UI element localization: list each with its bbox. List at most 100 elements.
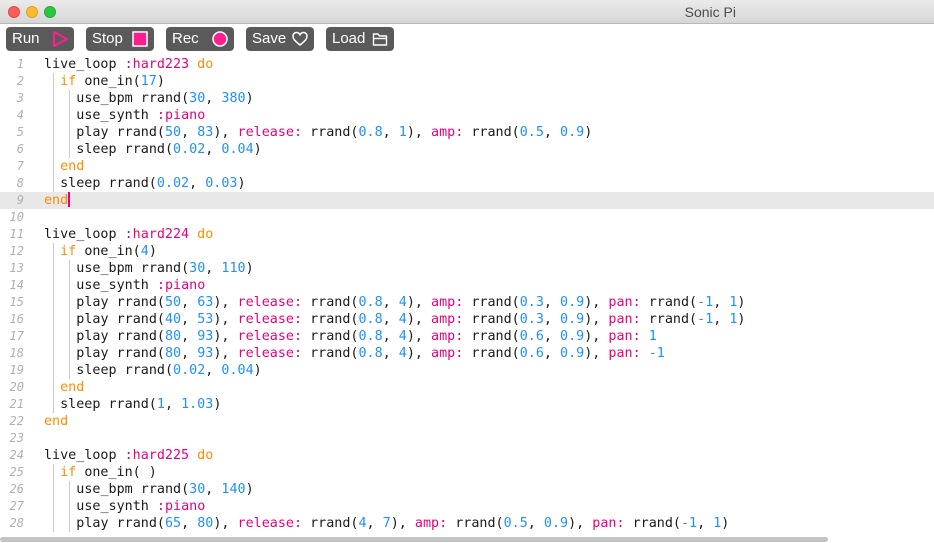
load-button[interactable]: Load <box>326 27 394 51</box>
code-line[interactable]: 24 live_loop :hard225 do <box>0 447 934 464</box>
indent-guide <box>53 90 54 107</box>
code-line[interactable]: 9 end <box>0 192 934 209</box>
line-number: 21 <box>9 397 24 411</box>
code-token: ), <box>584 312 609 327</box>
code-line[interactable]: 4 use_synth :piano <box>0 107 934 124</box>
code-line[interactable]: 26 use_bpm rrand(30, 140) <box>0 481 934 498</box>
code-line[interactable]: 1 live_loop :hard223 do <box>0 56 934 73</box>
save-button-label: Save <box>252 30 287 47</box>
line-number: 22 <box>9 414 24 428</box>
code-line[interactable]: 7 end <box>0 158 934 175</box>
code-text: if one_in(4) <box>60 243 157 260</box>
indent-guide <box>69 345 71 362</box>
code-token: 0.9 <box>560 312 585 327</box>
code-line[interactable]: 10 <box>0 209 934 226</box>
code-token: pan: <box>608 312 641 327</box>
code-token: 0.5 <box>519 125 544 140</box>
indent-guide <box>53 345 54 362</box>
horizontal-scrollbar[interactable] <box>0 537 828 542</box>
code-text: sleep rrand(0.02, 0.04) <box>76 141 261 158</box>
play-triangle-icon <box>53 31 68 47</box>
rec-button[interactable]: Rec <box>166 27 234 51</box>
code-line[interactable]: 21 sleep rrand(1, 1.03) <box>0 396 934 413</box>
code-line[interactable]: 5 play rrand(50, 83), release: rrand(0.8,… <box>0 124 934 141</box>
code-line[interactable]: 19 sleep rrand(0.02, 0.04) <box>0 362 934 379</box>
code-token: one_in( ) <box>84 465 157 480</box>
code-line[interactable]: 17 play rrand(80, 93), release: rrand(0.8… <box>0 328 934 345</box>
code-token: 0.9 <box>543 516 569 531</box>
code-token: , <box>543 312 561 327</box>
code-token: , <box>205 482 222 497</box>
code-line[interactable]: 2 if one_in(17) <box>0 73 934 90</box>
code-line[interactable]: 14 use_synth :piano <box>0 277 934 294</box>
code-token: live_loop <box>44 57 125 72</box>
line-number: 2 <box>16 74 24 88</box>
code-token: play rrand( <box>76 125 165 140</box>
indent-guide <box>69 311 71 328</box>
code-editor[interactable]: 1 live_loop :hard223 do 2 if one_in(17) 3 use… <box>0 56 934 543</box>
indent-guide <box>53 311 54 328</box>
code-token: amp: <box>431 346 464 361</box>
code-token: :piano <box>156 108 206 123</box>
save-button[interactable]: Save <box>246 27 314 51</box>
code-token: 4 <box>398 329 407 344</box>
code-token: , <box>713 312 730 327</box>
code-token: ) <box>245 261 254 276</box>
code-token: rrand( <box>640 312 698 327</box>
minimize-window-button[interactable] <box>26 6 38 18</box>
indent-guide <box>53 243 54 260</box>
indent-guide <box>53 107 54 124</box>
code-line[interactable]: 27 use_synth :piano <box>0 498 934 515</box>
code-token: 1 <box>398 125 407 140</box>
code-token: 1.03 <box>181 397 214 412</box>
code-line[interactable]: 8 sleep rrand(0.02, 0.03) <box>0 175 934 192</box>
code-token: rrand( <box>463 329 520 344</box>
code-token: ), <box>213 312 238 327</box>
code-token: ) <box>737 312 746 327</box>
window-title: Sonic Pi <box>684 4 736 20</box>
code-token: if <box>60 244 85 259</box>
code-line[interactable]: 23 <box>0 430 934 447</box>
stop-button[interactable]: Stop <box>86 27 154 51</box>
code-token: use_bpm rrand( <box>76 261 190 276</box>
code-line[interactable]: 6 sleep rrand(0.02, 0.04) <box>0 141 934 158</box>
code-text: end <box>60 379 84 396</box>
code-token: 0.9 <box>560 346 585 361</box>
code-token: :piano <box>156 278 206 293</box>
close-window-button[interactable] <box>8 6 20 18</box>
code-line[interactable]: 22 end <box>0 413 934 430</box>
code-token: if <box>60 465 85 480</box>
code-token: 80 <box>164 346 182 361</box>
code-token: if <box>60 74 85 89</box>
code-line[interactable]: 20 end <box>0 379 934 396</box>
zoom-window-button[interactable] <box>44 6 56 18</box>
line-number: 20 <box>9 380 24 394</box>
code-line[interactable]: 15 play rrand(50, 63), release: rrand(0.8… <box>0 294 934 311</box>
code-line[interactable]: 18 play rrand(80, 93), release: rrand(0.8… <box>0 345 934 362</box>
line-number: 4 <box>16 108 24 122</box>
code-token: release: <box>237 312 303 327</box>
code-token: 0.8 <box>358 125 383 140</box>
code-token: rrand( <box>447 516 504 531</box>
code-line[interactable]: 12 if one_in(4) <box>0 243 934 260</box>
code-line[interactable]: 11 live_loop :hard224 do <box>0 226 934 243</box>
run-button[interactable]: Run <box>6 27 74 51</box>
code-line[interactable]: 13 use_bpm rrand(30, 110) <box>0 260 934 277</box>
indent-guide <box>69 277 71 294</box>
code-token: 0.8 <box>358 329 383 344</box>
run-button-label: Run <box>12 30 40 47</box>
code-token: rrand( <box>302 329 359 344</box>
heart-icon <box>292 31 308 46</box>
code-line[interactable]: 3 use_bpm rrand(30, 380) <box>0 90 934 107</box>
code-token: ), <box>213 516 238 531</box>
code-line[interactable]: 16 play rrand(40, 53), release: rrand(0.8… <box>0 311 934 328</box>
code-token: ), <box>406 312 432 327</box>
code-token: -1 <box>697 295 714 310</box>
code-token: 1 <box>156 397 165 412</box>
code-token: sleep rrand( <box>60 397 157 412</box>
code-line[interactable]: 25 if one_in( ) <box>0 464 934 481</box>
code-token: ), <box>568 516 593 531</box>
code-text: live_loop :hard223 do <box>44 56 213 73</box>
code-line[interactable]: 28 play rrand(65, 80), release: rrand(4, … <box>0 515 934 532</box>
